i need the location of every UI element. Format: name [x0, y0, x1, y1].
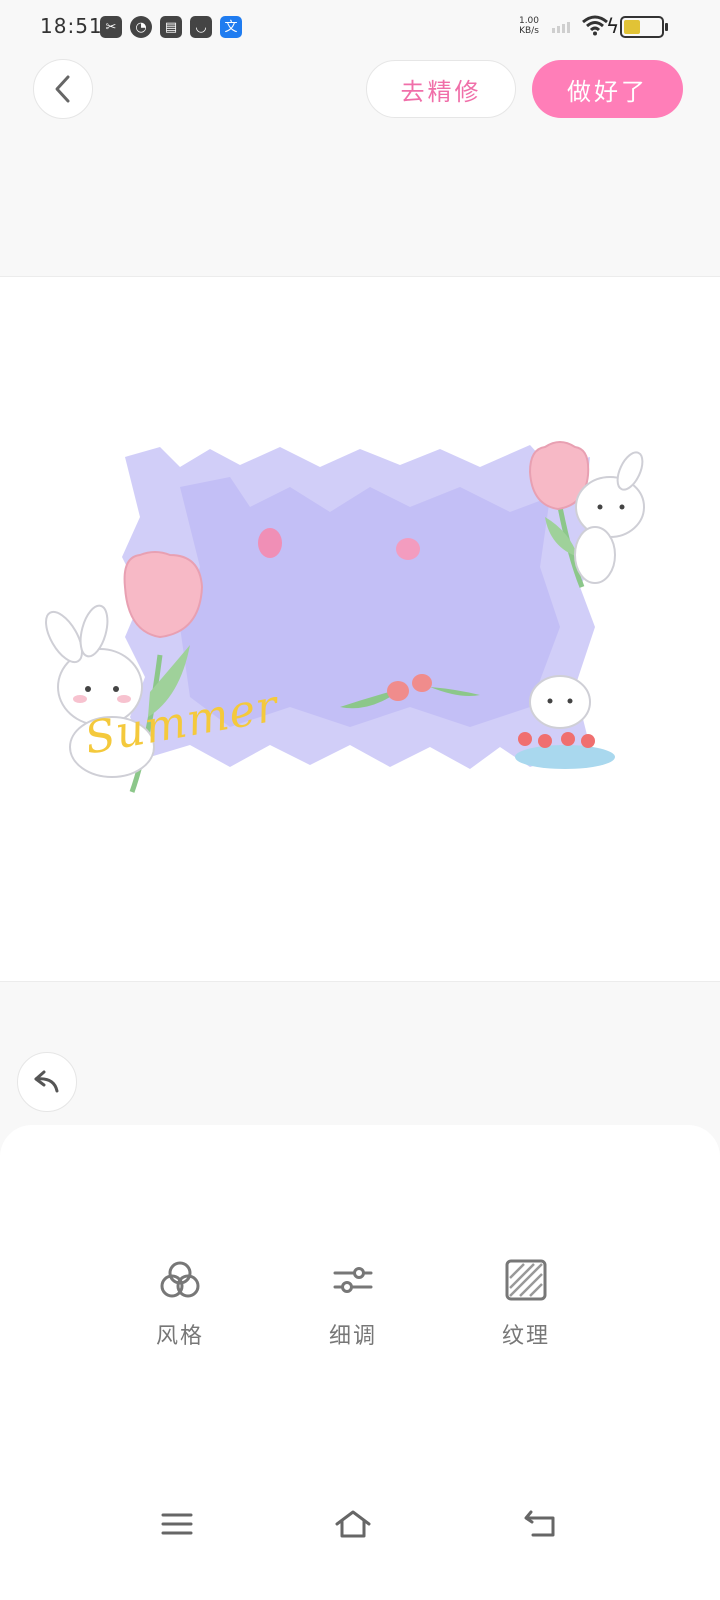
sliders-icon [333, 1267, 373, 1293]
style-tool-label: 风格 [155, 1324, 204, 1349]
done-button[interactable]: 做好了 [532, 60, 683, 118]
wallet-app-icon: ▤ [160, 16, 182, 38]
refine-button[interactable]: 去精修 [366, 60, 516, 118]
back-nav-button[interactable] [520, 1504, 560, 1544]
adjust-tool-label: 细调 [328, 1324, 377, 1349]
status-time: 18:51 [40, 14, 103, 38]
home-nav-button[interactable] [333, 1504, 373, 1544]
texture-icon [505, 1259, 547, 1301]
wifi-icon [582, 15, 608, 36]
petal [258, 528, 282, 558]
editing-canvas[interactable]: Summer [0, 276, 720, 982]
status-app-icons: ✂ ◔ ▤ ◡ 文 [100, 16, 242, 38]
menu-nav-button[interactable] [157, 1504, 197, 1544]
adjust-tool[interactable]: 细调 [303, 1256, 403, 1350]
three-circles-icon [160, 1261, 200, 1298]
signal-icon [552, 22, 570, 33]
back-nav-icon [524, 1510, 555, 1537]
undo-button[interactable] [17, 1052, 77, 1112]
home-icon [335, 1510, 371, 1538]
battery-icon [620, 16, 668, 38]
undo-icon [34, 1070, 59, 1093]
charging-icon: ϟ [606, 14, 620, 38]
network-speed: 1.00 KB/s [518, 16, 540, 36]
menu-icon [161, 1513, 193, 1535]
petal [396, 538, 420, 560]
translate-app-icon: 文 [220, 16, 242, 38]
style-tool[interactable]: 风格 [130, 1256, 230, 1350]
status-bar: 18:51 ✂ ◔ ▤ ◡ 文 1.00 KB/s ϟ [0, 0, 720, 56]
texture-tool[interactable]: 纹理 [476, 1256, 576, 1350]
back-button[interactable] [33, 59, 93, 119]
chevron-left-icon [55, 75, 70, 103]
battery-fill [624, 20, 641, 34]
bag-app-icon: ◡ [190, 16, 212, 38]
scissors-app-icon: ✂ [100, 16, 122, 38]
gauge-app-icon: ◔ [130, 16, 152, 38]
texture-tool-label: 纹理 [501, 1324, 550, 1349]
